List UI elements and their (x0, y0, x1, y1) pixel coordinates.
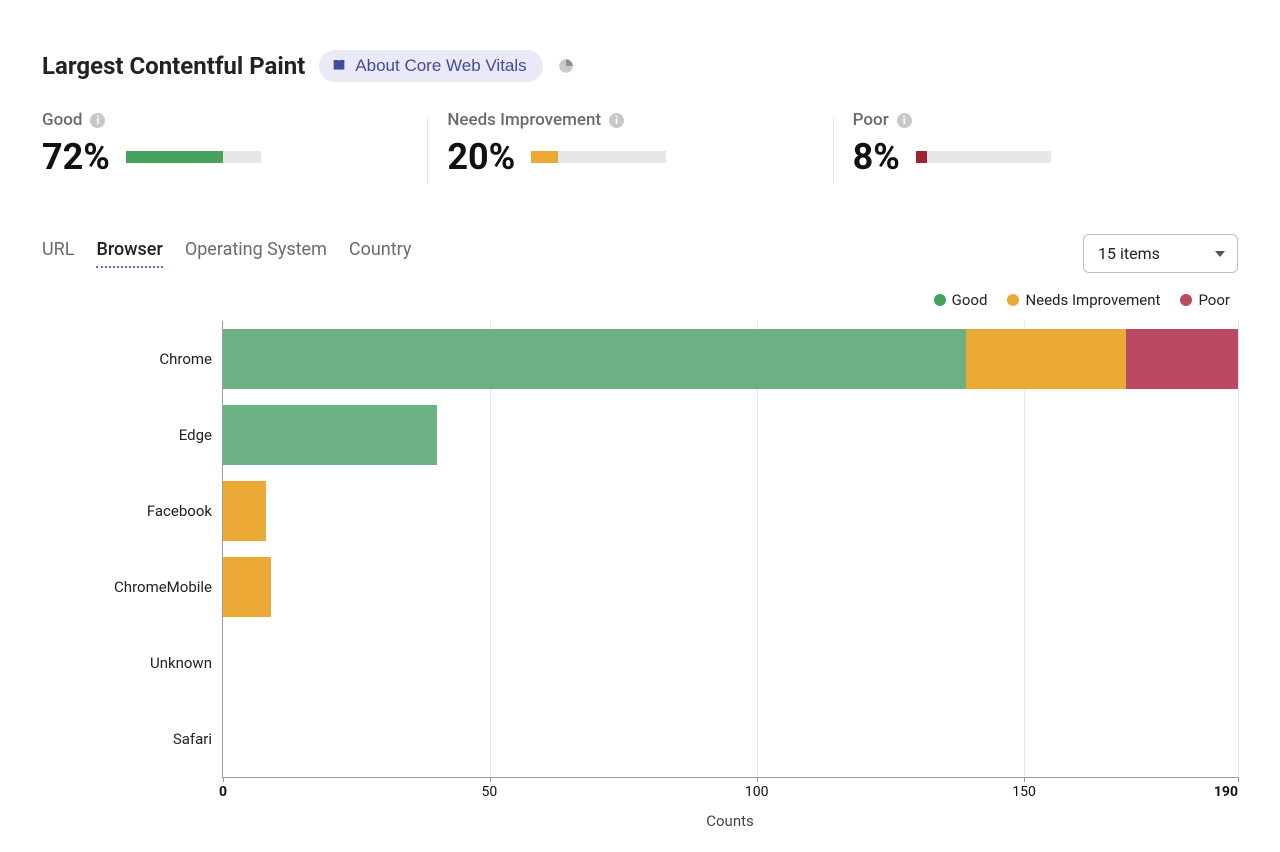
page-header: Largest Contentful Paint About Core Web … (42, 50, 1238, 82)
chart-bar-row (223, 473, 1238, 549)
about-pill-label: About Core Web Vitals (355, 56, 526, 76)
chart-bar[interactable] (223, 405, 437, 465)
chart-y-label: Chrome (42, 321, 222, 397)
about-core-web-vitals-button[interactable]: About Core Web Vitals (319, 50, 542, 82)
chart-x-title: Counts (222, 812, 1238, 830)
metric-bar (916, 151, 1051, 163)
tab-country[interactable]: Country (349, 239, 412, 268)
chart-body: ChromeEdgeFacebookChromeMobileUnknownSaf… (42, 321, 1238, 778)
metric-label-row: Poori (853, 110, 1218, 130)
metric-bar (126, 151, 261, 163)
metric-body: 20% (447, 136, 812, 178)
metric-label-row: Needs Improvement i (447, 110, 812, 130)
legend-swatch (1180, 294, 1192, 306)
items-select[interactable]: 15 items (1083, 234, 1238, 273)
metric-label: Poor (853, 110, 889, 130)
metric-card: Goodi 72% (42, 110, 427, 178)
chart: ChromeEdgeFacebookChromeMobileUnknownSaf… (42, 321, 1238, 830)
chart-bar-row (223, 625, 1238, 701)
chart-bar-segment (223, 557, 271, 617)
legend-item[interactable]: Good (934, 291, 988, 309)
legend-label: Poor (1198, 291, 1230, 309)
tabs: URL Browser Operating System Country (42, 239, 411, 268)
chart-bar-segment (223, 405, 437, 465)
chart-y-label: Safari (42, 701, 222, 777)
chart-legend: Good Needs Improvement Poor (42, 291, 1238, 309)
chart-y-label: Facebook (42, 473, 222, 549)
page-root: Largest Contentful Paint About Core Web … (0, 0, 1280, 852)
pie-chart-icon[interactable] (557, 57, 575, 75)
metric-card: Needs Improvement i 20% (427, 110, 832, 178)
metric-label: Needs Improvement (447, 110, 601, 130)
legend-swatch (1007, 294, 1019, 306)
chart-bar-segment (223, 481, 266, 541)
chart-x-label: 0 (219, 784, 227, 800)
chart-x-tick (1238, 777, 1239, 782)
metric-card: Poori 8% (833, 110, 1238, 178)
info-icon[interactable]: i (897, 113, 912, 128)
metric-body: 8% (853, 136, 1218, 178)
legend-item[interactable]: Poor (1180, 291, 1230, 309)
info-icon[interactable]: i (90, 113, 105, 128)
chart-y-label: Edge (42, 397, 222, 473)
chart-plot (222, 321, 1238, 778)
chart-bar-segment (1126, 329, 1238, 389)
chart-x-label: 190 (1214, 784, 1238, 800)
legend-swatch (934, 294, 946, 306)
tab-operating-system[interactable]: Operating System (185, 239, 327, 268)
chart-y-labels: ChromeEdgeFacebookChromeMobileUnknownSaf… (42, 321, 222, 778)
chart-x-label: 50 (481, 784, 497, 800)
tab-url[interactable]: URL (42, 239, 74, 268)
metric-bar (531, 151, 666, 163)
chart-y-label: ChromeMobile (42, 549, 222, 625)
chart-x-label: 100 (745, 784, 769, 800)
chart-bar-row (223, 397, 1238, 473)
chart-y-label: Unknown (42, 625, 222, 701)
chart-gridline (1238, 321, 1239, 777)
controls-row: URL Browser Operating System Country 15 ite… (42, 234, 1238, 273)
metric-value: 8% (853, 136, 900, 178)
metric-bar-fill (531, 151, 558, 163)
metric-bar-fill (916, 151, 927, 163)
chart-bar[interactable] (223, 557, 271, 617)
items-select-label: 15 items (1098, 244, 1160, 263)
legend-label: Needs Improvement (1025, 291, 1160, 309)
page-title: Largest Contentful Paint (42, 52, 305, 80)
metrics-row: Goodi72%Needs Improvementi20%Poori8% (42, 110, 1238, 178)
metric-bar-fill (126, 151, 223, 163)
chart-bar-row (223, 549, 1238, 625)
chart-bar-segment (223, 329, 966, 389)
caret-down-icon (1215, 251, 1225, 257)
book-icon (331, 58, 347, 74)
tab-browser[interactable]: Browser (96, 239, 162, 268)
chart-bar-segment (966, 329, 1126, 389)
chart-x-label: 150 (1012, 784, 1036, 800)
chart-bar[interactable] (223, 329, 1238, 389)
chart-x-axis: 0 50 100 150 190 (222, 778, 1238, 804)
metric-body: 72% (42, 136, 407, 178)
chart-bar-row (223, 321, 1238, 397)
metric-value: 20% (447, 136, 515, 178)
metric-label: Good (42, 110, 82, 130)
legend-item[interactable]: Needs Improvement (1007, 291, 1160, 309)
chart-bar[interactable] (223, 481, 266, 541)
legend-label: Good (952, 291, 988, 309)
metric-value: 72% (42, 136, 110, 178)
chart-bar-row (223, 701, 1238, 777)
info-icon[interactable]: i (609, 113, 624, 128)
metric-label-row: Goodi (42, 110, 407, 130)
